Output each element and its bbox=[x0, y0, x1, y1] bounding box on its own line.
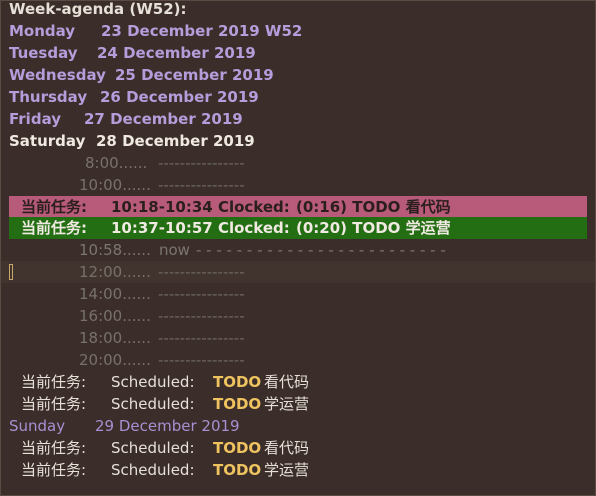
day-name: Sunday bbox=[9, 417, 66, 435]
scheduled-entry[interactable]: 当前任务: Scheduled: TODO 学运营 bbox=[1, 393, 595, 415]
time-grid-line: 18:00...... ---------------- bbox=[79, 329, 245, 347]
clocked-entry[interactable]: 当前任务: 10:37-10:57 Clocked: (0:20) TODO 学… bbox=[9, 217, 587, 239]
day-sunday[interactable]: Sunday 29 December 2019 bbox=[1, 415, 595, 437]
entry-range: 10:18-10:34 Clocked: bbox=[111, 198, 290, 216]
day-tuesday[interactable]: Tuesday 24 December 2019 bbox=[1, 42, 595, 64]
entry-task: 学运营 bbox=[264, 395, 310, 413]
entry-task: 看代码 bbox=[264, 439, 310, 457]
time-grid-line-current[interactable]: 12:00...... ---------------- bbox=[1, 261, 595, 283]
todo-keyword: TODO bbox=[213, 373, 262, 391]
day-saturday[interactable]: Saturday 28 December 2019 bbox=[1, 130, 595, 152]
scheduled-entry[interactable]: 当前任务: Scheduled: TODO 学运营 bbox=[1, 459, 595, 481]
day-name: Tuesday bbox=[9, 44, 78, 62]
day-date: 23 December 2019 W52 bbox=[101, 22, 303, 40]
day-date: 28 December 2019 bbox=[96, 132, 255, 150]
day-date: 25 December 2019 bbox=[115, 66, 274, 84]
todo-keyword: TODO bbox=[213, 395, 262, 413]
time-grid-line: 10:00...... ---------------- bbox=[79, 176, 245, 194]
day-date: 29 December 2019 bbox=[95, 417, 240, 435]
entry-task: 看代码 bbox=[264, 373, 310, 391]
entry-scheduled-label: Scheduled: bbox=[111, 461, 195, 479]
entry-scheduled-label: Scheduled: bbox=[111, 439, 195, 457]
time-grid-line: 20:00...... ---------------- bbox=[79, 351, 245, 369]
agenda-buffer[interactable]: Week-agenda (W52): Monday 23 December 20… bbox=[0, 0, 596, 496]
entry-category: 当前任务: bbox=[21, 198, 87, 216]
entry-task: (0:20) TODO 学运营 bbox=[296, 219, 451, 237]
scheduled-entry[interactable]: 当前任务: Scheduled: TODO 看代码 bbox=[1, 371, 595, 393]
day-name: Thursday bbox=[9, 88, 88, 106]
time-grid-line: 14:00...... ---------------- bbox=[79, 285, 245, 303]
entry-category: 当前任务: bbox=[21, 373, 87, 391]
scheduled-entry[interactable]: 当前任务: Scheduled: TODO 看代码 bbox=[1, 437, 595, 459]
todo-keyword: TODO bbox=[213, 461, 262, 479]
day-date: 27 December 2019 bbox=[84, 110, 243, 128]
entry-range: 10:37-10:57 Clocked: bbox=[111, 219, 290, 237]
entry-category: 当前任务: bbox=[21, 219, 87, 237]
entry-task: 学运营 bbox=[264, 461, 310, 479]
text-cursor bbox=[9, 264, 13, 280]
entry-scheduled-label: Scheduled: bbox=[111, 395, 195, 413]
day-name: Wednesday bbox=[9, 66, 106, 84]
day-monday[interactable]: Monday 23 December 2019 W52 bbox=[1, 20, 595, 42]
day-date: 24 December 2019 bbox=[97, 44, 256, 62]
now-line: 10:58...... now - - - - - - - - - - - - … bbox=[79, 241, 446, 259]
entry-category: 当前任务: bbox=[21, 461, 87, 479]
entry-scheduled-label: Scheduled: bbox=[111, 373, 195, 391]
day-thursday[interactable]: Thursday 26 December 2019 bbox=[1, 86, 595, 108]
day-wednesday[interactable]: Wednesday 25 December 2019 bbox=[1, 64, 595, 86]
entry-task: (0:16) TODO 看代码 bbox=[296, 198, 451, 216]
clocked-entry[interactable]: 当前任务: 10:18-10:34 Clocked: (0:16) TODO 看… bbox=[9, 196, 587, 218]
time-grid-line: 16:00...... ---------------- bbox=[79, 307, 245, 325]
day-name: Friday bbox=[9, 110, 62, 128]
day-friday[interactable]: Friday 27 December 2019 bbox=[1, 108, 595, 130]
todo-keyword: TODO bbox=[213, 439, 262, 457]
day-date: 26 December 2019 bbox=[100, 88, 259, 106]
day-name: Monday bbox=[9, 22, 76, 40]
agenda-title: Week-agenda (W52): bbox=[9, 0, 187, 18]
entry-category: 当前任务: bbox=[21, 439, 87, 457]
time-grid-line: 8:00...... ---------------- bbox=[85, 154, 245, 172]
day-name: Saturday bbox=[9, 132, 86, 150]
entry-category: 当前任务: bbox=[21, 395, 87, 413]
